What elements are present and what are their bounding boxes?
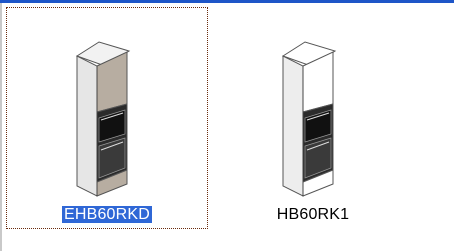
window-top-edge <box>0 0 454 3</box>
pane-left-border <box>0 3 2 251</box>
cabinet-thumbnail-icon <box>75 41 131 197</box>
cabinet-thumbnail-icon <box>281 41 337 197</box>
list-item-ehb60rkd[interactable]: EHB60RKD <box>6 7 208 229</box>
item-label: EHB60RKD <box>61 206 153 223</box>
list-item-hb60rk1[interactable]: HB60RK1 <box>213 8 413 228</box>
item-label: HB60RK1 <box>276 206 350 223</box>
